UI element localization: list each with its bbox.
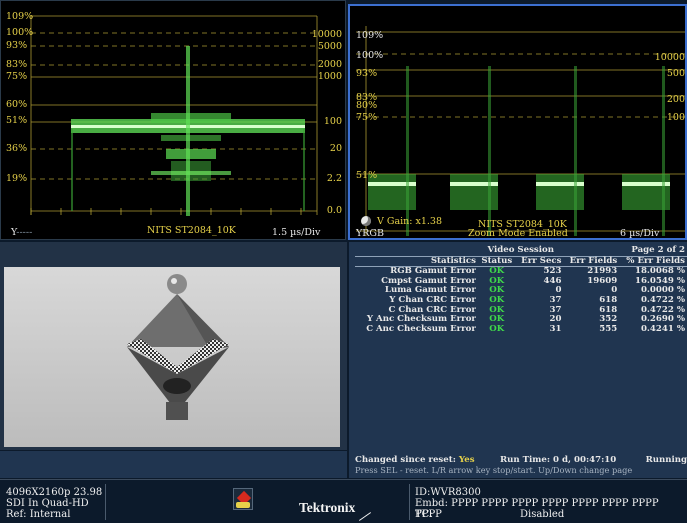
waveform-left-trace	[71, 46, 305, 216]
column-header: Err Secs	[516, 256, 564, 267]
stat-name: C Anc Checksum Error	[355, 325, 478, 335]
hint-line: Press SEL - reset. L/R arrow key stop/st…	[355, 465, 632, 475]
waveform-right-graticule	[350, 6, 687, 240]
picture-image	[0, 242, 347, 450]
nits-label: 2.2	[327, 173, 342, 184]
device-id: ID:WVR8300	[415, 487, 481, 498]
input-label: SDI In Quad-HD	[6, 498, 89, 509]
table-row: C Anc Checksum Error OK 31 555 0.4241 %	[355, 325, 687, 335]
left-status-strip	[0, 451, 347, 478]
sweep-label: 1.5 µs/Div	[272, 227, 320, 238]
format-label: 4096X2160p 23.98	[6, 487, 102, 498]
gain-label: V Gain: x1.38	[377, 216, 442, 227]
ref-label: Ref: Internal	[6, 509, 70, 520]
pct-label: 109%	[356, 30, 383, 41]
page-indicator: Page 2 of 2	[564, 246, 687, 256]
session-title: Video Session	[478, 246, 564, 256]
pct-label: 93%	[6, 40, 27, 51]
pct-label: 60%	[6, 99, 27, 110]
column-header: Statistics	[355, 256, 478, 267]
tektronix-logo: Tektronix	[299, 500, 355, 516]
divider	[105, 484, 106, 520]
nits-label: 5000	[318, 41, 342, 52]
pct-label: 75%	[356, 112, 377, 123]
nits-label: 20	[330, 143, 342, 154]
channel-trail: -----	[16, 227, 32, 238]
pct-label: 80%	[356, 100, 377, 111]
table-header-row: Statistics Status Err Secs Err Fields % …	[355, 256, 687, 267]
waveform-right-trace	[368, 66, 670, 236]
column-header: Status	[478, 256, 516, 267]
picture-panel[interactable]	[0, 242, 347, 450]
err-fields: 555	[564, 325, 620, 335]
waveform-right-panel[interactable]: 109% 100% 93% 83% 80% 75% 51% 10000 500 …	[348, 4, 687, 240]
column-header: % Err Fields	[619, 256, 687, 267]
pct-label: 36%	[6, 143, 27, 154]
run-time: Run Time: 0 d, 00:47:10	[500, 455, 616, 465]
run-state: Running	[646, 455, 687, 465]
pct-label: 83%	[6, 59, 27, 70]
pct-label: 51%	[356, 170, 377, 181]
timecode-label: TC:	[415, 509, 433, 520]
nits-label: 500	[667, 68, 685, 79]
nits-label: 1000	[318, 71, 342, 82]
changed-value: Yes	[459, 455, 475, 465]
status-ok: OK	[478, 325, 516, 335]
pct-label: 100%	[6, 27, 33, 38]
alarm-icon[interactable]	[233, 488, 253, 510]
nits-label: 100	[667, 112, 685, 123]
nits-label: 10000	[312, 29, 342, 40]
pct-label: 109%	[6, 11, 33, 22]
timecode-value: Disabled	[520, 509, 564, 520]
channel-label: YRGB	[356, 228, 384, 239]
statistics-table: Video Session Page 2 of 2 Statistics Sta…	[355, 246, 687, 334]
zoom-label: Zoom Mode Enabled	[468, 228, 568, 239]
pct-label: 100%	[356, 50, 383, 61]
statistics-panel[interactable]: Video Session Page 2 of 2 Statistics Sta…	[349, 242, 687, 478]
channel-indicator: Y-----	[11, 227, 32, 238]
column-header: Err Fields	[564, 256, 620, 267]
nits-label: 0.0	[327, 205, 342, 216]
err-pct: 0.4241 %	[619, 325, 687, 335]
changed-label: Changed since reset:	[355, 455, 456, 465]
sweep-label: 6 µs/Div	[620, 228, 659, 239]
nits-label: 100	[324, 116, 342, 127]
waveform-left-graticule	[1, 1, 346, 240]
curve-label: NITS ST2084_10K	[147, 225, 236, 236]
footer-bar: 4096X2160p 23.98 SDI In Quad-HD Ref: Int…	[0, 479, 687, 523]
pct-label: 93%	[356, 68, 377, 79]
gain-icon	[361, 216, 371, 226]
logo-slash	[359, 512, 371, 521]
waveform-left-panel[interactable]: 109% 100% 93% 83% 75% 60% 51% 36% 19% 10…	[0, 0, 346, 240]
err-secs: 31	[516, 325, 564, 335]
pct-label: 75%	[6, 71, 27, 82]
pct-label: 51%	[6, 115, 27, 126]
nits-label: 10000	[655, 52, 685, 63]
divider	[409, 484, 410, 520]
session-status-line: Changed since reset: Yes Run Time: 0 d, …	[355, 455, 687, 465]
nits-label: 200	[667, 94, 685, 105]
pct-label: 19%	[6, 173, 27, 184]
nits-label: 2000	[318, 59, 342, 70]
